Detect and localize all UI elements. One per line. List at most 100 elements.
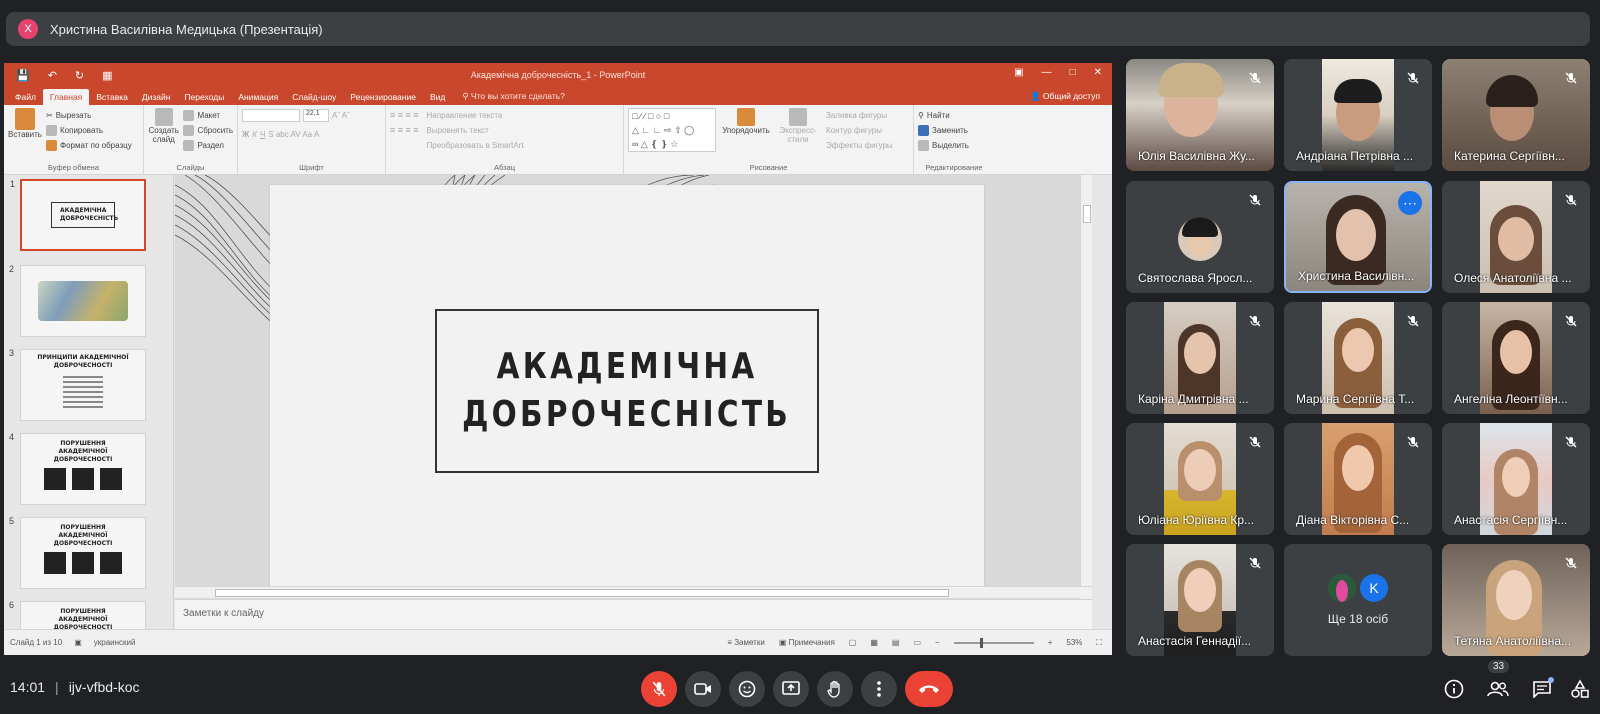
mic-off-icon bbox=[1246, 69, 1264, 87]
section-button[interactable]: Раздел bbox=[183, 138, 233, 153]
microphone-button[interactable] bbox=[641, 671, 677, 707]
participant-tile[interactable]: Анастасія Геннадії... bbox=[1126, 544, 1274, 656]
slide-thumbnail[interactable]: 3 ПРИНЦИПИ АКАДЕМІЧНОЇ ДОБРОЧЕСНОСТІ bbox=[9, 348, 146, 421]
new-slide-button[interactable]: Создать слайд bbox=[148, 108, 179, 153]
tab-review[interactable]: Рецензирование bbox=[343, 89, 423, 105]
tab-slideshow[interactable]: Слайд-шоу bbox=[285, 89, 343, 105]
comments-toggle[interactable]: ▣ Примечания bbox=[779, 638, 835, 647]
tab-file[interactable]: Файл bbox=[8, 89, 43, 105]
slide-thumbnail[interactable]: 4 ПОРУШЕННЯ АКАДЕМІЧНОЇ ДОБРОЧЕСНОСТІ bbox=[9, 432, 146, 505]
more-options-button[interactable] bbox=[861, 671, 897, 707]
slide-thumbnail[interactable]: 5 ПОРУШЕННЯ АКАДЕМІЧНОЇ ДОБРОЧЕСНОСТІ bbox=[9, 516, 146, 589]
participant-tile-active[interactable]: ⋯ Христина Василівн... bbox=[1284, 181, 1432, 293]
participant-tile[interactable]: Ангеліна Леонтіївн... bbox=[1442, 302, 1590, 414]
align-text-button[interactable]: Выровнять текст bbox=[427, 123, 524, 138]
slide-title-box[interactable]: АКАДЕМІЧНА ДОБРОЧЕСНІСТЬ bbox=[435, 309, 819, 473]
share-button[interactable]: 👤 Общий доступ bbox=[1018, 88, 1112, 105]
zoom-in-icon[interactable]: + bbox=[1048, 638, 1053, 647]
group-label: Абзац bbox=[493, 163, 516, 172]
participant-tile[interactable]: Анастасія Сергіївн... bbox=[1442, 423, 1590, 535]
participant-avatar bbox=[1178, 217, 1222, 261]
smartart-button[interactable]: Преобразовать в SmartArt bbox=[427, 138, 524, 153]
font-size-field[interactable]: 22,1 bbox=[303, 109, 329, 122]
people-button[interactable] bbox=[1486, 677, 1510, 701]
tab-transitions[interactable]: Переходы bbox=[177, 89, 231, 105]
mic-off-icon bbox=[1246, 554, 1264, 572]
shapes-gallery[interactable]: □ ∕ ∕ □ ○ □ △ ∟ ∟ ⇨ ⇧ ◯ ∞ △ ❴ ❵ ☆ bbox=[628, 108, 716, 152]
participant-tile[interactable]: Святослава Яросл... bbox=[1126, 181, 1274, 293]
close-icon[interactable]: ✕ bbox=[1094, 67, 1102, 78]
slide-thumbnail[interactable]: 6 ПОРУШЕННЯ АКАДЕМІЧНОЇ ДОБРОЧЕСНОСТІ bbox=[9, 600, 146, 631]
reset-button[interactable]: Сбросить bbox=[183, 123, 233, 138]
camera-button[interactable] bbox=[685, 671, 721, 707]
slide-title-line-2: ДОБРОЧЕСНІСТЬ bbox=[462, 394, 792, 435]
horizontal-scrollbar[interactable] bbox=[175, 586, 1092, 598]
slide-number: 4 bbox=[9, 432, 15, 442]
cut-button[interactable]: ✂ Вырезать bbox=[46, 108, 132, 123]
shape-outline-button[interactable]: Контур фигуры bbox=[826, 123, 893, 138]
slide-thumbnail[interactable]: 1 АКАДЕМІЧНА ДОБРОЧЕСНІСТЬ bbox=[10, 179, 146, 251]
clipboard-group: Вставить ✂ Вырезать Копировать Формат по … bbox=[4, 105, 144, 174]
shape-effects-button[interactable]: Эффекты фигуры bbox=[826, 138, 893, 153]
fit-slide-icon[interactable]: ⛶ bbox=[1096, 638, 1102, 648]
meeting-details-button[interactable] bbox=[1442, 677, 1466, 701]
participant-tile[interactable]: Юлія Василівна Жу... bbox=[1126, 59, 1274, 171]
participant-name: Діана Вікторівна С... bbox=[1296, 513, 1410, 527]
copy-button[interactable]: Копировать bbox=[46, 123, 132, 138]
zoom-slider[interactable] bbox=[953, 637, 1034, 648]
participant-tile[interactable]: Олеся Анатоліївна ... bbox=[1442, 181, 1590, 293]
shape-fill-button[interactable]: Заливка фигуры bbox=[826, 108, 893, 123]
paste-button[interactable]: Вставить bbox=[8, 108, 42, 153]
zoom-level[interactable]: 53% bbox=[1066, 638, 1082, 647]
present-button[interactable] bbox=[773, 671, 809, 707]
status-bar: Слайд 1 из 10 ▣ украинский ≡ Заметки ▣ П… bbox=[4, 629, 1112, 655]
tab-design[interactable]: Дизайн bbox=[135, 89, 178, 105]
arrange-button[interactable]: Упорядочить bbox=[722, 108, 770, 153]
tab-animations[interactable]: Анимация bbox=[231, 89, 285, 105]
replace-button[interactable]: Заменить bbox=[918, 123, 990, 138]
more-options-button[interactable]: ⋯ bbox=[1398, 191, 1422, 215]
participant-tile[interactable]: Юліана Юріївна Кр... bbox=[1126, 423, 1274, 535]
slide-thumbnail[interactable]: 2 bbox=[9, 264, 146, 337]
notes-pane[interactable]: Заметки к слайду bbox=[175, 599, 1092, 629]
slide-editor[interactable]: АКАДЕМІЧНА ДОБРОЧЕСНІСТЬ bbox=[175, 175, 1092, 599]
find-button[interactable]: ⚲ Найти bbox=[918, 108, 990, 123]
select-button[interactable]: Выделить bbox=[918, 138, 990, 153]
participant-tile[interactable]: Андріана Петрівна ... bbox=[1284, 59, 1432, 171]
tab-view[interactable]: Вид bbox=[423, 89, 452, 105]
raise-hand-button[interactable] bbox=[817, 671, 853, 707]
activities-button[interactable] bbox=[1568, 677, 1592, 701]
minimize-icon[interactable]: — bbox=[1042, 67, 1052, 78]
font-name-field[interactable] bbox=[242, 109, 300, 122]
ppt-window-title: Академічна доброчесність_1 - PowerPoint bbox=[470, 70, 646, 80]
spellcheck-icon[interactable]: ▣ bbox=[74, 638, 82, 647]
reset-icon bbox=[183, 125, 195, 136]
maximize-icon[interactable]: □ bbox=[1070, 67, 1076, 78]
normal-view-icon[interactable]: ▢ bbox=[849, 638, 857, 647]
participant-tile[interactable]: Катерина Сергіївн... bbox=[1442, 59, 1590, 171]
slideshow-view-icon[interactable]: ▭ bbox=[913, 638, 921, 647]
sorter-view-icon[interactable]: ▦ bbox=[870, 638, 878, 647]
layout-button[interactable]: Макет bbox=[183, 108, 233, 123]
participant-tile[interactable]: Діана Вікторівна С... bbox=[1284, 423, 1432, 535]
participant-tile[interactable]: Марина Сергіївна Т... bbox=[1284, 302, 1432, 414]
leave-call-button[interactable] bbox=[905, 671, 953, 707]
format-painter-button[interactable]: Формат по образцу bbox=[46, 138, 132, 153]
chat-button[interactable] bbox=[1530, 677, 1554, 701]
quick-styles-button[interactable]: Экспресс-стили bbox=[776, 108, 820, 153]
text-direction-button[interactable]: Направление текста bbox=[427, 108, 524, 123]
tell-me-search[interactable]: ⚲ Что вы хотите сделать? bbox=[456, 88, 571, 105]
ribbon-options-icon[interactable]: ▣ bbox=[1014, 67, 1023, 78]
notes-toggle[interactable]: ≡ Заметки bbox=[727, 638, 765, 647]
tab-insert[interactable]: Вставка bbox=[89, 89, 135, 105]
current-slide[interactable]: АКАДЕМІЧНА ДОБРОЧЕСНІСТЬ bbox=[270, 185, 984, 587]
vertical-scrollbar[interactable] bbox=[1080, 175, 1092, 599]
participant-tile[interactable]: Каріна Дмитрівна ... bbox=[1126, 302, 1274, 414]
participant-tile[interactable]: Тетяна Анатоліївна... bbox=[1442, 544, 1590, 656]
tab-home[interactable]: Главная bbox=[42, 89, 90, 105]
language-indicator[interactable]: украинский bbox=[94, 638, 136, 647]
others-tile[interactable]: K Ще 18 осіб bbox=[1284, 544, 1432, 656]
reading-view-icon[interactable]: ▤ bbox=[892, 638, 900, 647]
reactions-button[interactable] bbox=[729, 671, 765, 707]
zoom-out-icon[interactable]: − bbox=[935, 638, 940, 647]
